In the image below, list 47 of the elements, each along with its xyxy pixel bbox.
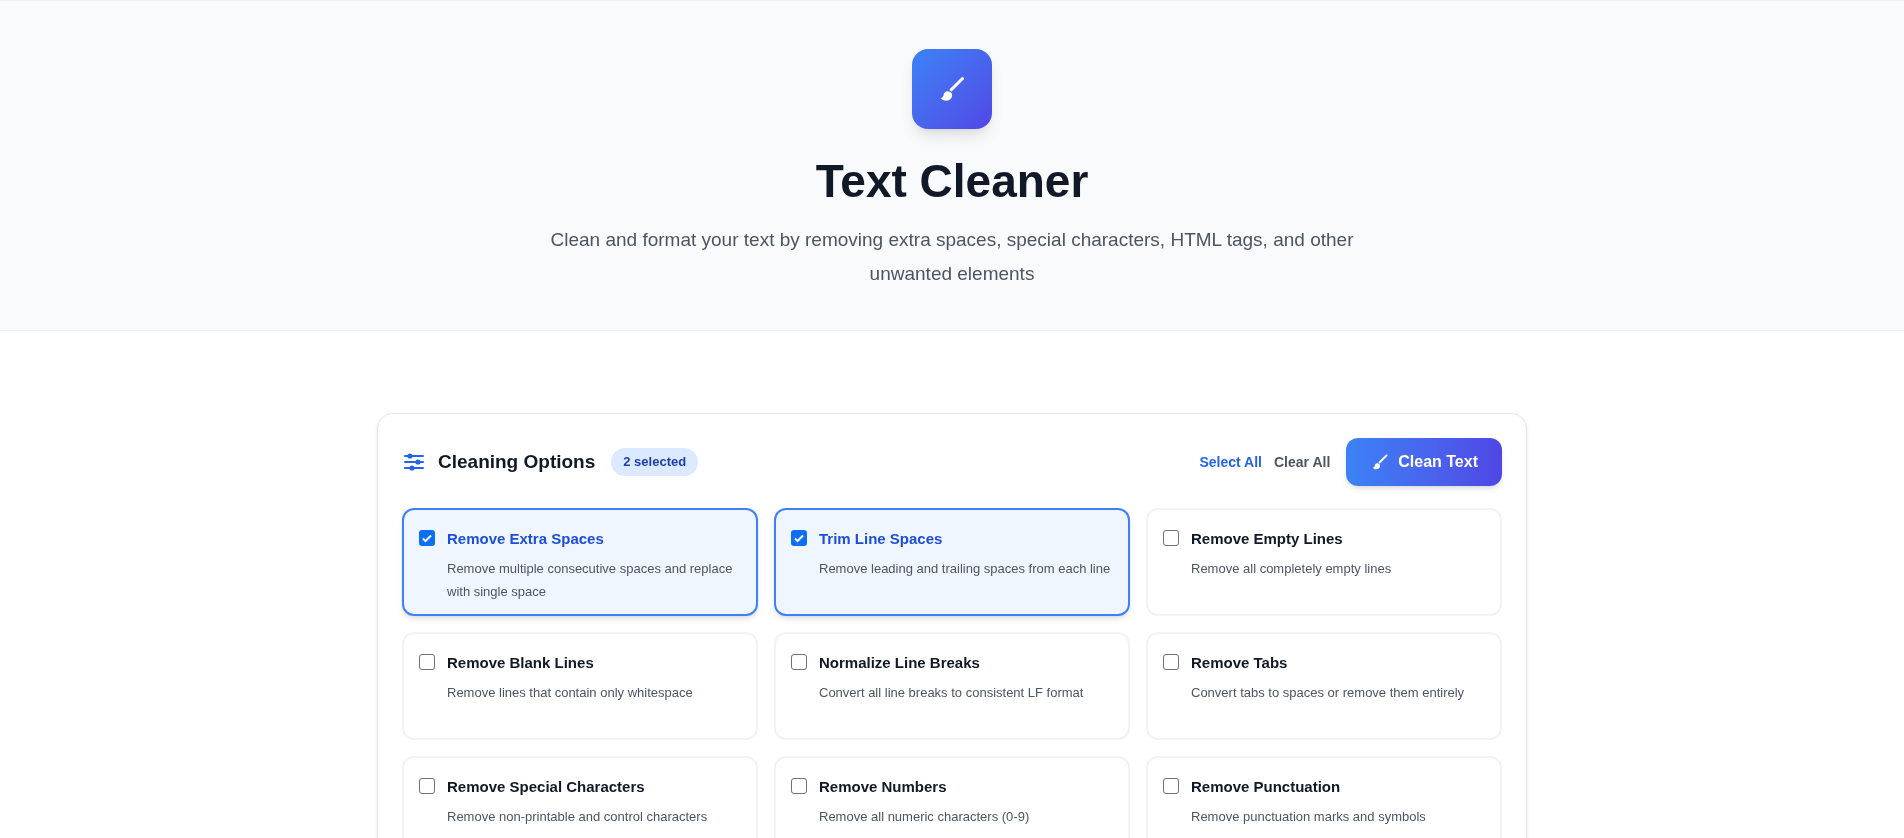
select-all-link[interactable]: Select All [1199, 451, 1262, 473]
option-title: Remove Blank Lines [447, 653, 595, 673]
checkbox[interactable] [1163, 778, 1179, 794]
option-title: Remove Extra Spaces [447, 529, 605, 549]
option-description: Remove lines that contain only whitespace [447, 683, 693, 702]
option-title: Trim Line Spaces [819, 529, 944, 549]
checkbox[interactable] [791, 530, 807, 546]
option-card[interactable]: Remove Empty Lines Remove all completely empty lines [1146, 508, 1502, 616]
checkbox[interactable] [1163, 654, 1179, 670]
checkbox[interactable] [791, 778, 807, 794]
selected-count-badge: 2 selected [611, 448, 699, 476]
checkbox[interactable] [1163, 530, 1179, 546]
option-card[interactable]: Trim Line Spaces Remove leading and trailing spaces from each line [774, 508, 1130, 616]
clean-text-button[interactable]: Clean Text [1346, 438, 1502, 486]
option-description: Remove all numeric characters (0-9) [819, 807, 1030, 826]
option-title: Remove Numbers [819, 777, 948, 797]
option-description: Remove leading and trailing spaces from each line [819, 559, 1111, 578]
option-description: Remove non-printable and control characters [447, 807, 708, 826]
option-card[interactable]: Remove Punctuation Remove punctuation marks and symbols [1146, 756, 1502, 838]
option-description: Remove punctuation marks and symbols [1191, 807, 1426, 826]
checkbox[interactable] [419, 778, 435, 794]
checkbox[interactable] [419, 530, 435, 546]
check-icon [793, 532, 805, 544]
clear-all-link[interactable]: Clear All [1274, 451, 1331, 473]
option-title: Remove Tabs [1191, 653, 1289, 673]
checkbox[interactable] [791, 654, 807, 670]
check-icon [421, 532, 433, 544]
option-title: Normalize Line Breaks [819, 653, 981, 673]
option-card[interactable]: Remove Special Characters Remove non-printable and control characters [402, 756, 758, 838]
option-card[interactable]: Normalize Line Breaks Convert all line breaks to consistent LF format [774, 632, 1130, 740]
option-description: Convert tabs to spaces or remove them entirely [1191, 683, 1465, 702]
page-subtitle: Clean and format your text by removing extra spaces, special characters, HTML tags, and other unwanted elements [549, 227, 1355, 286]
option-title: Remove Special Characters [447, 777, 646, 797]
option-description: Remove all completely empty lines [1191, 559, 1392, 578]
option-description: Remove multiple consecutive spaces and replace with single space [447, 559, 734, 601]
brush-icon [1370, 452, 1391, 472]
panel-title: Cleaning Options [438, 449, 596, 474]
sliders-icon [402, 450, 426, 474]
checkbox[interactable] [419, 654, 435, 670]
option-card[interactable]: Remove Numbers Remove all numeric characters (0-9) [774, 756, 1130, 838]
page-title: Text Cleaner [815, 154, 1089, 209]
option-description: Convert all line breaks to consistent LF format [819, 683, 1084, 702]
option-card[interactable]: Remove Blank Lines Remove lines that contain only whitespace [402, 632, 758, 740]
option-title: Remove Punctuation [1191, 777, 1342, 797]
option-card[interactable]: Remove Extra Spaces Remove multiple consecutive spaces and replace with single space [402, 508, 758, 616]
option-card[interactable]: Remove Tabs Convert tabs to spaces or remove them entirely [1146, 632, 1502, 740]
option-title: Remove Empty Lines [1191, 529, 1344, 549]
